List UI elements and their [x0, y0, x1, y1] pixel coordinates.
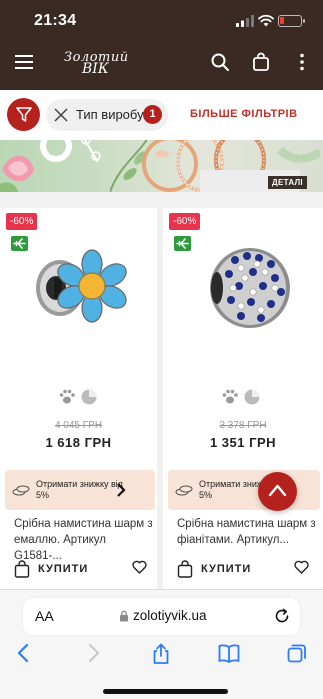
cart-bag-icon[interactable] [251, 52, 271, 72]
more-filters-link[interactable]: БІЛЬШЕ ФІЛЬТРІВ [190, 108, 298, 120]
discount-promo-button[interactable]: Отримати знижку від 5% [5, 470, 155, 510]
site-logo[interactable]: Золотий ВІК [60, 48, 128, 77]
menu-icon[interactable] [15, 55, 33, 69]
filter-chip-label: Тип виробу [76, 107, 144, 122]
promo-text: Отримати знижку від 5% [36, 479, 124, 500]
product-feature-icons [222, 389, 260, 405]
funnel-icon [16, 107, 32, 122]
reader-settings-button[interactable]: AA [35, 608, 54, 624]
filter-chip-product-type[interactable]: Тип виробу 1 [46, 99, 168, 131]
product-card[interactable]: -60% 4 045 ГРН 1 618 ГРН Отримати знижку… [0, 208, 157, 589]
status-time: 21:34 [34, 12, 77, 29]
lock-icon [120, 610, 128, 622]
close-icon[interactable] [54, 108, 68, 122]
paw-icon [59, 389, 75, 404]
status-bar: 21:34 [0, 0, 323, 42]
back-icon[interactable] [16, 643, 30, 663]
filter-bar: Тип виробу 1 БІЛЬШЕ ФІЛЬТРІВ [0, 90, 323, 140]
airplane-icon [13, 238, 26, 249]
banner-details-button[interactable]: ДЕТАЛІ [268, 176, 307, 189]
discount-badge: -60% [6, 213, 38, 230]
scroll-to-top-button[interactable] [258, 472, 297, 511]
coins-icon [175, 485, 193, 496]
url-text: zolotiyvik.ua [133, 608, 207, 623]
express-delivery-badge [11, 236, 28, 251]
shopping-bag-icon [177, 560, 193, 578]
product-feature-icons [59, 389, 97, 405]
site-header: 21:34 Золотий ВІК [0, 0, 323, 90]
shopping-bag-icon [14, 560, 30, 578]
battery-icon [278, 15, 305, 27]
old-price: 4 045 ГРН [54, 420, 103, 431]
flower-decoration [0, 155, 34, 192]
product-image-daisy-charm[interactable] [28, 230, 138, 340]
discount-promo-button[interactable]: Отримати знижку від 5% [168, 470, 320, 510]
chevron-right-icon [117, 483, 126, 497]
pie-icon [244, 389, 260, 405]
filter-button[interactable] [7, 98, 40, 131]
chevron-up-icon [268, 484, 287, 497]
pie-icon [81, 389, 97, 405]
browser-nav-bar [0, 643, 323, 673]
airplane-icon [176, 238, 189, 249]
forward-icon[interactable] [87, 643, 101, 663]
percent-decoration [40, 140, 101, 163]
share-icon[interactable] [151, 643, 171, 665]
cellular-signal-icon [236, 15, 254, 27]
paw-icon [222, 389, 238, 404]
old-price: 3 378 ГРН [219, 420, 267, 431]
coins-icon [12, 485, 30, 496]
more-vertical-icon[interactable] [292, 52, 312, 72]
product-title[interactable]: Срібна намистина шарм з емаллю. Артикул … [14, 516, 154, 564]
current-price: 1 351 ГРН [209, 435, 277, 450]
bookmarks-icon[interactable] [218, 643, 240, 663]
wifi-icon [258, 14, 274, 27]
product-image-bead-charm[interactable] [195, 230, 305, 340]
express-delivery-badge [174, 236, 191, 251]
discount-badge: -60% [169, 213, 201, 230]
product-card[interactable]: -60% 3 378 ГРН 1 351 ГРН Отримати знижку… [163, 208, 323, 589]
browser-toolbar: AA zolotiyvik.ua [0, 589, 323, 699]
reload-icon[interactable] [273, 607, 291, 625]
current-price: 1 618 ГРН [45, 435, 112, 450]
filter-count-badge: 1 [143, 105, 162, 124]
heart-icon[interactable] [294, 560, 309, 574]
home-indicator [103, 689, 228, 694]
address-bar[interactable]: AA zolotiyvik.ua [23, 598, 300, 635]
product-title[interactable]: Срібна намистина шарм з фіанітами. Артик… [177, 516, 317, 548]
search-icon[interactable] [210, 52, 230, 72]
heart-icon[interactable] [132, 560, 147, 574]
tabs-icon[interactable] [287, 643, 307, 663]
